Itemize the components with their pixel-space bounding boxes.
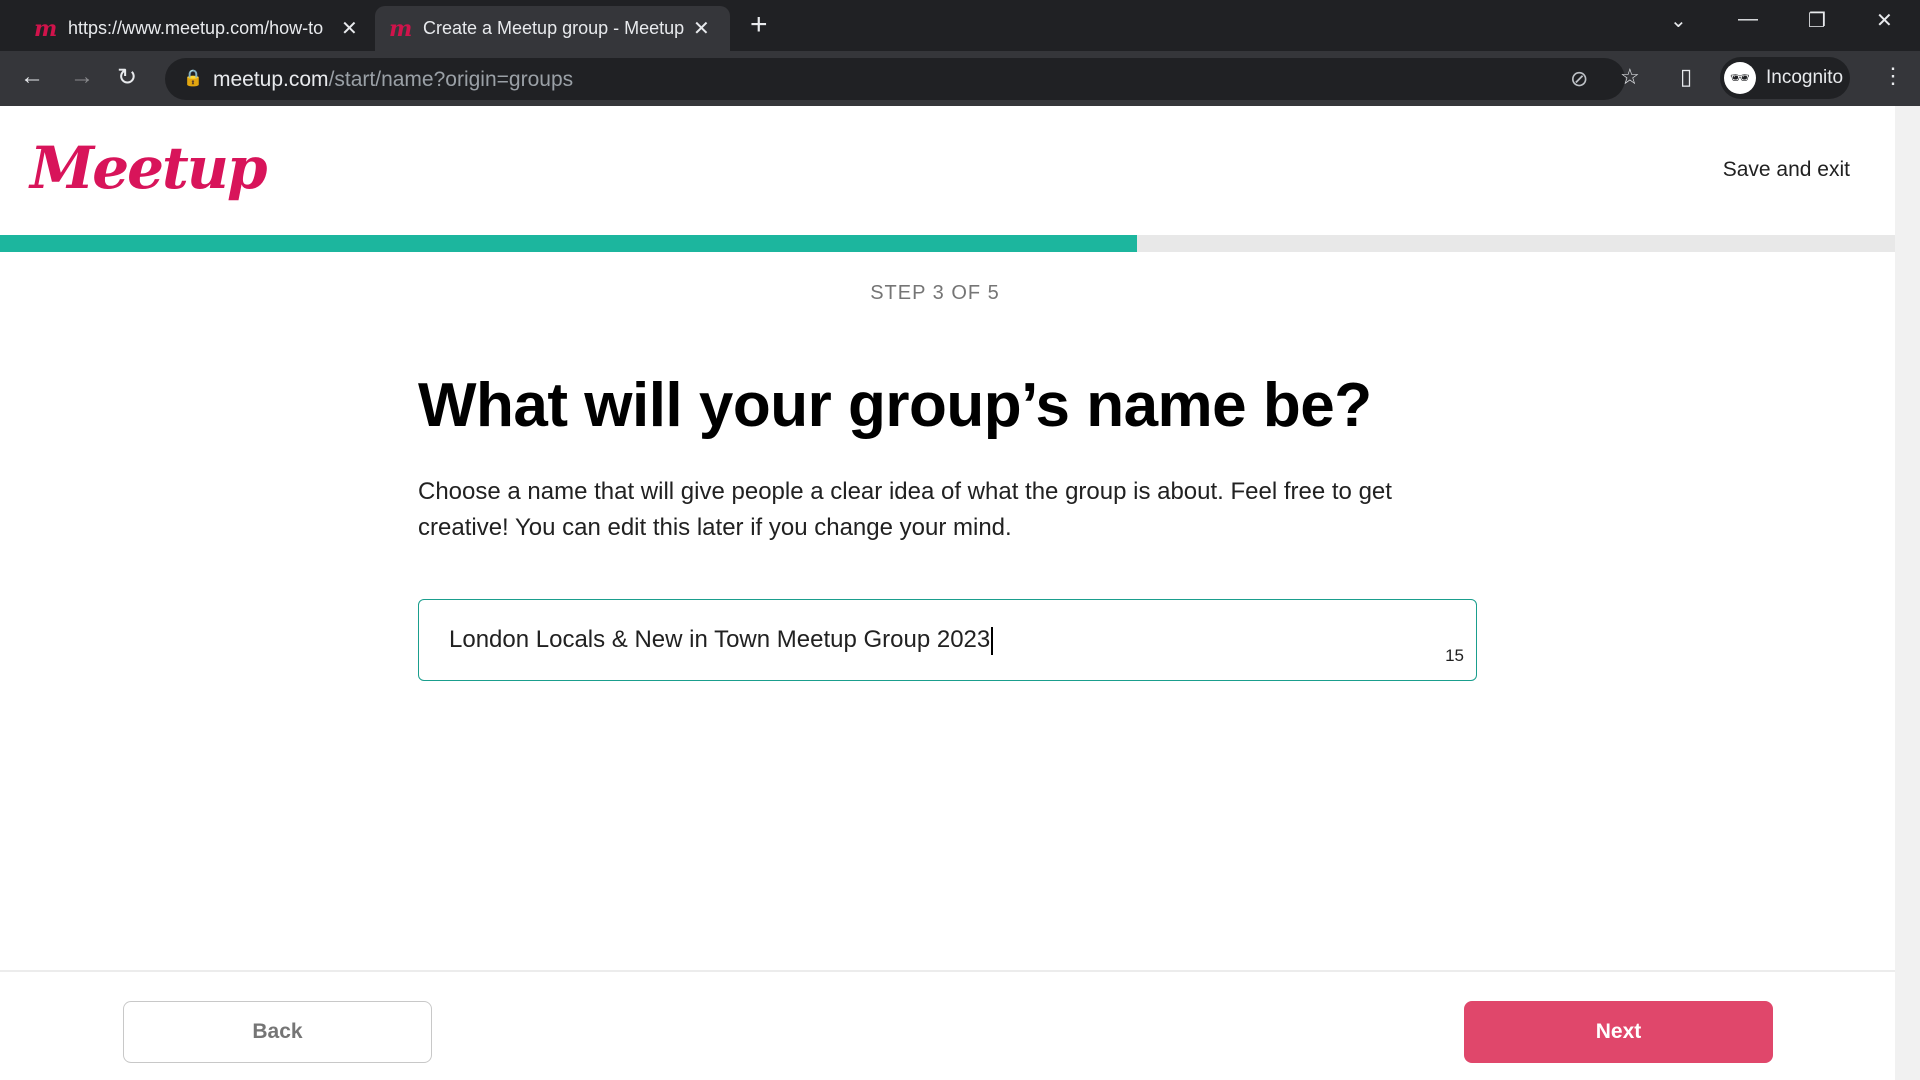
incognito-profile[interactable]: 🕶 Incognito <box>1720 57 1850 99</box>
page-content: Meetup Save and exit STEP 3 OF 5 What wi… <box>0 106 1895 1080</box>
back-button[interactable]: Back <box>123 1001 432 1063</box>
progress-fill <box>0 235 1137 252</box>
group-name-input[interactable]: London Locals & New in Town Meetup Group… <box>418 599 1477 681</box>
restore-icon[interactable]: ❐ <box>1808 8 1826 33</box>
tab-title: Create a Meetup group - Meetup <box>423 18 685 38</box>
scrollbar[interactable] <box>1895 106 1920 1080</box>
forward-arrow-icon[interactable]: → <box>70 63 94 91</box>
meetup-logo[interactable]: Meetup <box>30 134 268 202</box>
close-tab-icon[interactable]: ✕ <box>341 16 358 41</box>
url-domain: meetup.com <box>213 68 329 91</box>
save-and-exit-link[interactable]: Save and exit <box>1723 158 1850 182</box>
side-panel-icon[interactable]: ▯ <box>1680 64 1692 90</box>
tab-how-to[interactable]: m https://www.meetup.com/how-to ✕ <box>20 6 372 51</box>
url-path: /start/name?origin=groups <box>328 68 574 91</box>
meetup-favicon-icon: m <box>34 15 58 42</box>
bookmark-star-icon[interactable]: ☆ <box>1620 64 1640 90</box>
tab-create-group[interactable]: m Create a Meetup group - Meetup ✕ <box>375 6 730 51</box>
new-tab-icon[interactable]: + <box>750 8 768 42</box>
step-indicator: STEP 3 OF 5 <box>870 282 1000 304</box>
meetup-favicon-icon: m <box>389 15 413 42</box>
menu-kebab-icon[interactable]: ⋮ <box>1882 63 1904 89</box>
tab-search-chevron-icon[interactable]: ⌄ <box>1670 8 1687 33</box>
text-caret <box>991 626 994 655</box>
next-button[interactable]: Next <box>1464 1001 1773 1063</box>
description: Choose a name that will give people a cl… <box>418 478 1392 541</box>
browser-toolbar: ← → ↻ 🔒 meetup.com/start/name?origin=gro… <box>0 51 1920 106</box>
close-tab-icon[interactable]: ✕ <box>693 16 710 41</box>
progress-bar <box>0 235 1895 252</box>
close-window-icon[interactable]: ✕ <box>1876 8 1893 33</box>
tab-title: https://www.meetup.com/how-to <box>68 18 324 38</box>
character-counter: 15 <box>1445 646 1464 665</box>
lock-icon: 🔒 <box>183 70 203 87</box>
footer: Back Next <box>0 970 1895 1080</box>
eye-off-icon[interactable]: ⊘ <box>1570 66 1588 92</box>
page-title: What will your group’s name be? <box>418 371 1372 440</box>
reload-icon[interactable]: ↻ <box>117 63 137 92</box>
back-arrow-icon[interactable]: ← <box>20 63 44 91</box>
browser-tab-bar: m https://www.meetup.com/how-to ✕ m Crea… <box>0 0 1920 51</box>
incognito-icon: 🕶 <box>1724 62 1756 94</box>
minimize-icon[interactable]: — <box>1738 8 1758 31</box>
address-bar[interactable]: 🔒 meetup.com/start/name?origin=groups ⊘ … <box>165 58 1640 100</box>
input-value: London Locals & New in Town Meetup Group… <box>449 626 991 653</box>
profile-label: Incognito <box>1766 67 1844 88</box>
